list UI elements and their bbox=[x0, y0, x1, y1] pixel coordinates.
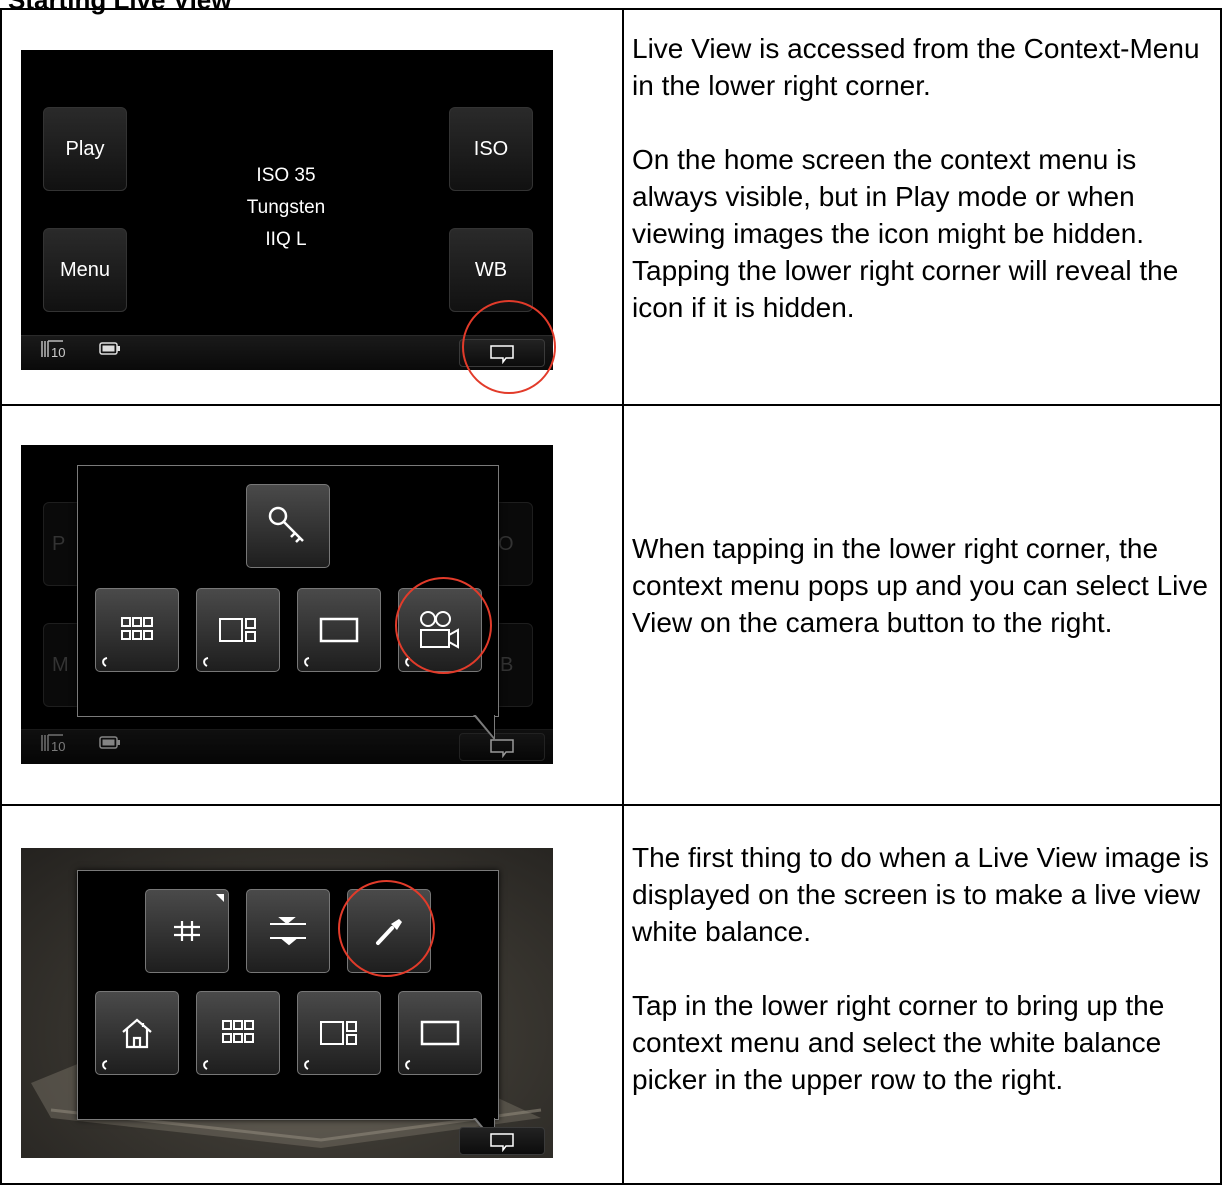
popup-tail-fill bbox=[475, 714, 494, 737]
level-button[interactable] bbox=[246, 889, 330, 973]
split-view-icon bbox=[219, 618, 256, 642]
paragraph: On the home screen the context menu is a… bbox=[632, 144, 1179, 323]
table-row: P M O B 10 When tapping in the lower rig… bbox=[0, 404, 1222, 806]
speech-bubble-icon bbox=[490, 1133, 514, 1152]
capture-settings: ISO 35 Tungsten IIQ L bbox=[211, 160, 361, 256]
key-button[interactable] bbox=[246, 484, 330, 568]
rotate-mark-icon bbox=[203, 1060, 209, 1070]
split-view-button[interactable] bbox=[297, 991, 381, 1075]
paragraph: Tap in the lower right corner to bring u… bbox=[632, 990, 1165, 1095]
instruction-table: Play Menu ISO WB ISO 35 Tungsten IIQ L 1… bbox=[0, 8, 1222, 1185]
rotate-mark-icon bbox=[102, 657, 108, 667]
rotate-mark-icon bbox=[304, 1060, 310, 1070]
level-sliders-icon bbox=[270, 917, 306, 946]
paragraph: Live View is accessed from the Context-M… bbox=[632, 33, 1200, 101]
grid-view-icon bbox=[121, 617, 153, 640]
grid-view-icon bbox=[222, 1020, 254, 1043]
image-stack-icon: 10 bbox=[41, 339, 67, 364]
white-balance-value: Tungsten bbox=[246, 197, 326, 218]
home-icon bbox=[122, 1018, 152, 1049]
key-icon bbox=[268, 506, 304, 543]
iso-button[interactable]: ISO bbox=[449, 107, 533, 191]
paragraph: The first thing to do when a Live View i… bbox=[632, 842, 1209, 947]
single-view-icon bbox=[420, 1020, 460, 1046]
battery-icon bbox=[99, 342, 121, 360]
menu-button[interactable]: Menu bbox=[43, 228, 127, 312]
svg-text:10: 10 bbox=[51, 345, 65, 359]
rotate-mark-icon bbox=[304, 657, 310, 667]
rotate-mark-icon bbox=[203, 657, 209, 667]
paragraph: When tapping in the lower right corner, … bbox=[632, 533, 1208, 638]
highlight-circle bbox=[395, 577, 492, 674]
single-view-button[interactable] bbox=[398, 991, 482, 1075]
submenu-indicator-icon bbox=[216, 894, 224, 902]
grid-view-button[interactable] bbox=[196, 991, 280, 1075]
split-view-icon bbox=[320, 1021, 357, 1045]
rotate-mark-icon bbox=[102, 1060, 108, 1070]
iso-value: ISO 35 bbox=[256, 165, 316, 186]
context-menu-button[interactable] bbox=[459, 733, 545, 761]
svg-text:10: 10 bbox=[51, 739, 65, 753]
wb-button[interactable]: WB bbox=[449, 228, 533, 312]
highlight-circle bbox=[338, 880, 435, 977]
live-view-screen bbox=[21, 848, 553, 1158]
file-format-value: IIQ L bbox=[265, 229, 307, 250]
table-row: The first thing to do when a Live View i… bbox=[0, 804, 1222, 1185]
table-row: Play Menu ISO WB ISO 35 Tungsten IIQ L 1… bbox=[0, 8, 1222, 406]
home-button[interactable] bbox=[95, 991, 179, 1075]
hash-grid-icon bbox=[174, 921, 200, 941]
context-menu-popup bbox=[77, 870, 499, 1120]
battery-icon bbox=[99, 736, 121, 754]
single-view-icon bbox=[319, 617, 359, 643]
image-stack-icon: 10 bbox=[41, 733, 67, 758]
highlight-circle bbox=[462, 300, 556, 394]
context-menu-button[interactable] bbox=[459, 1127, 545, 1155]
grid-view-button[interactable] bbox=[95, 588, 179, 672]
rotate-mark-icon bbox=[405, 1060, 411, 1070]
split-view-button[interactable] bbox=[196, 588, 280, 672]
speech-bubble-icon bbox=[490, 739, 514, 758]
play-button[interactable]: Play bbox=[43, 107, 127, 191]
single-view-button[interactable] bbox=[297, 588, 381, 672]
grid-overlay-button[interactable] bbox=[145, 889, 229, 973]
